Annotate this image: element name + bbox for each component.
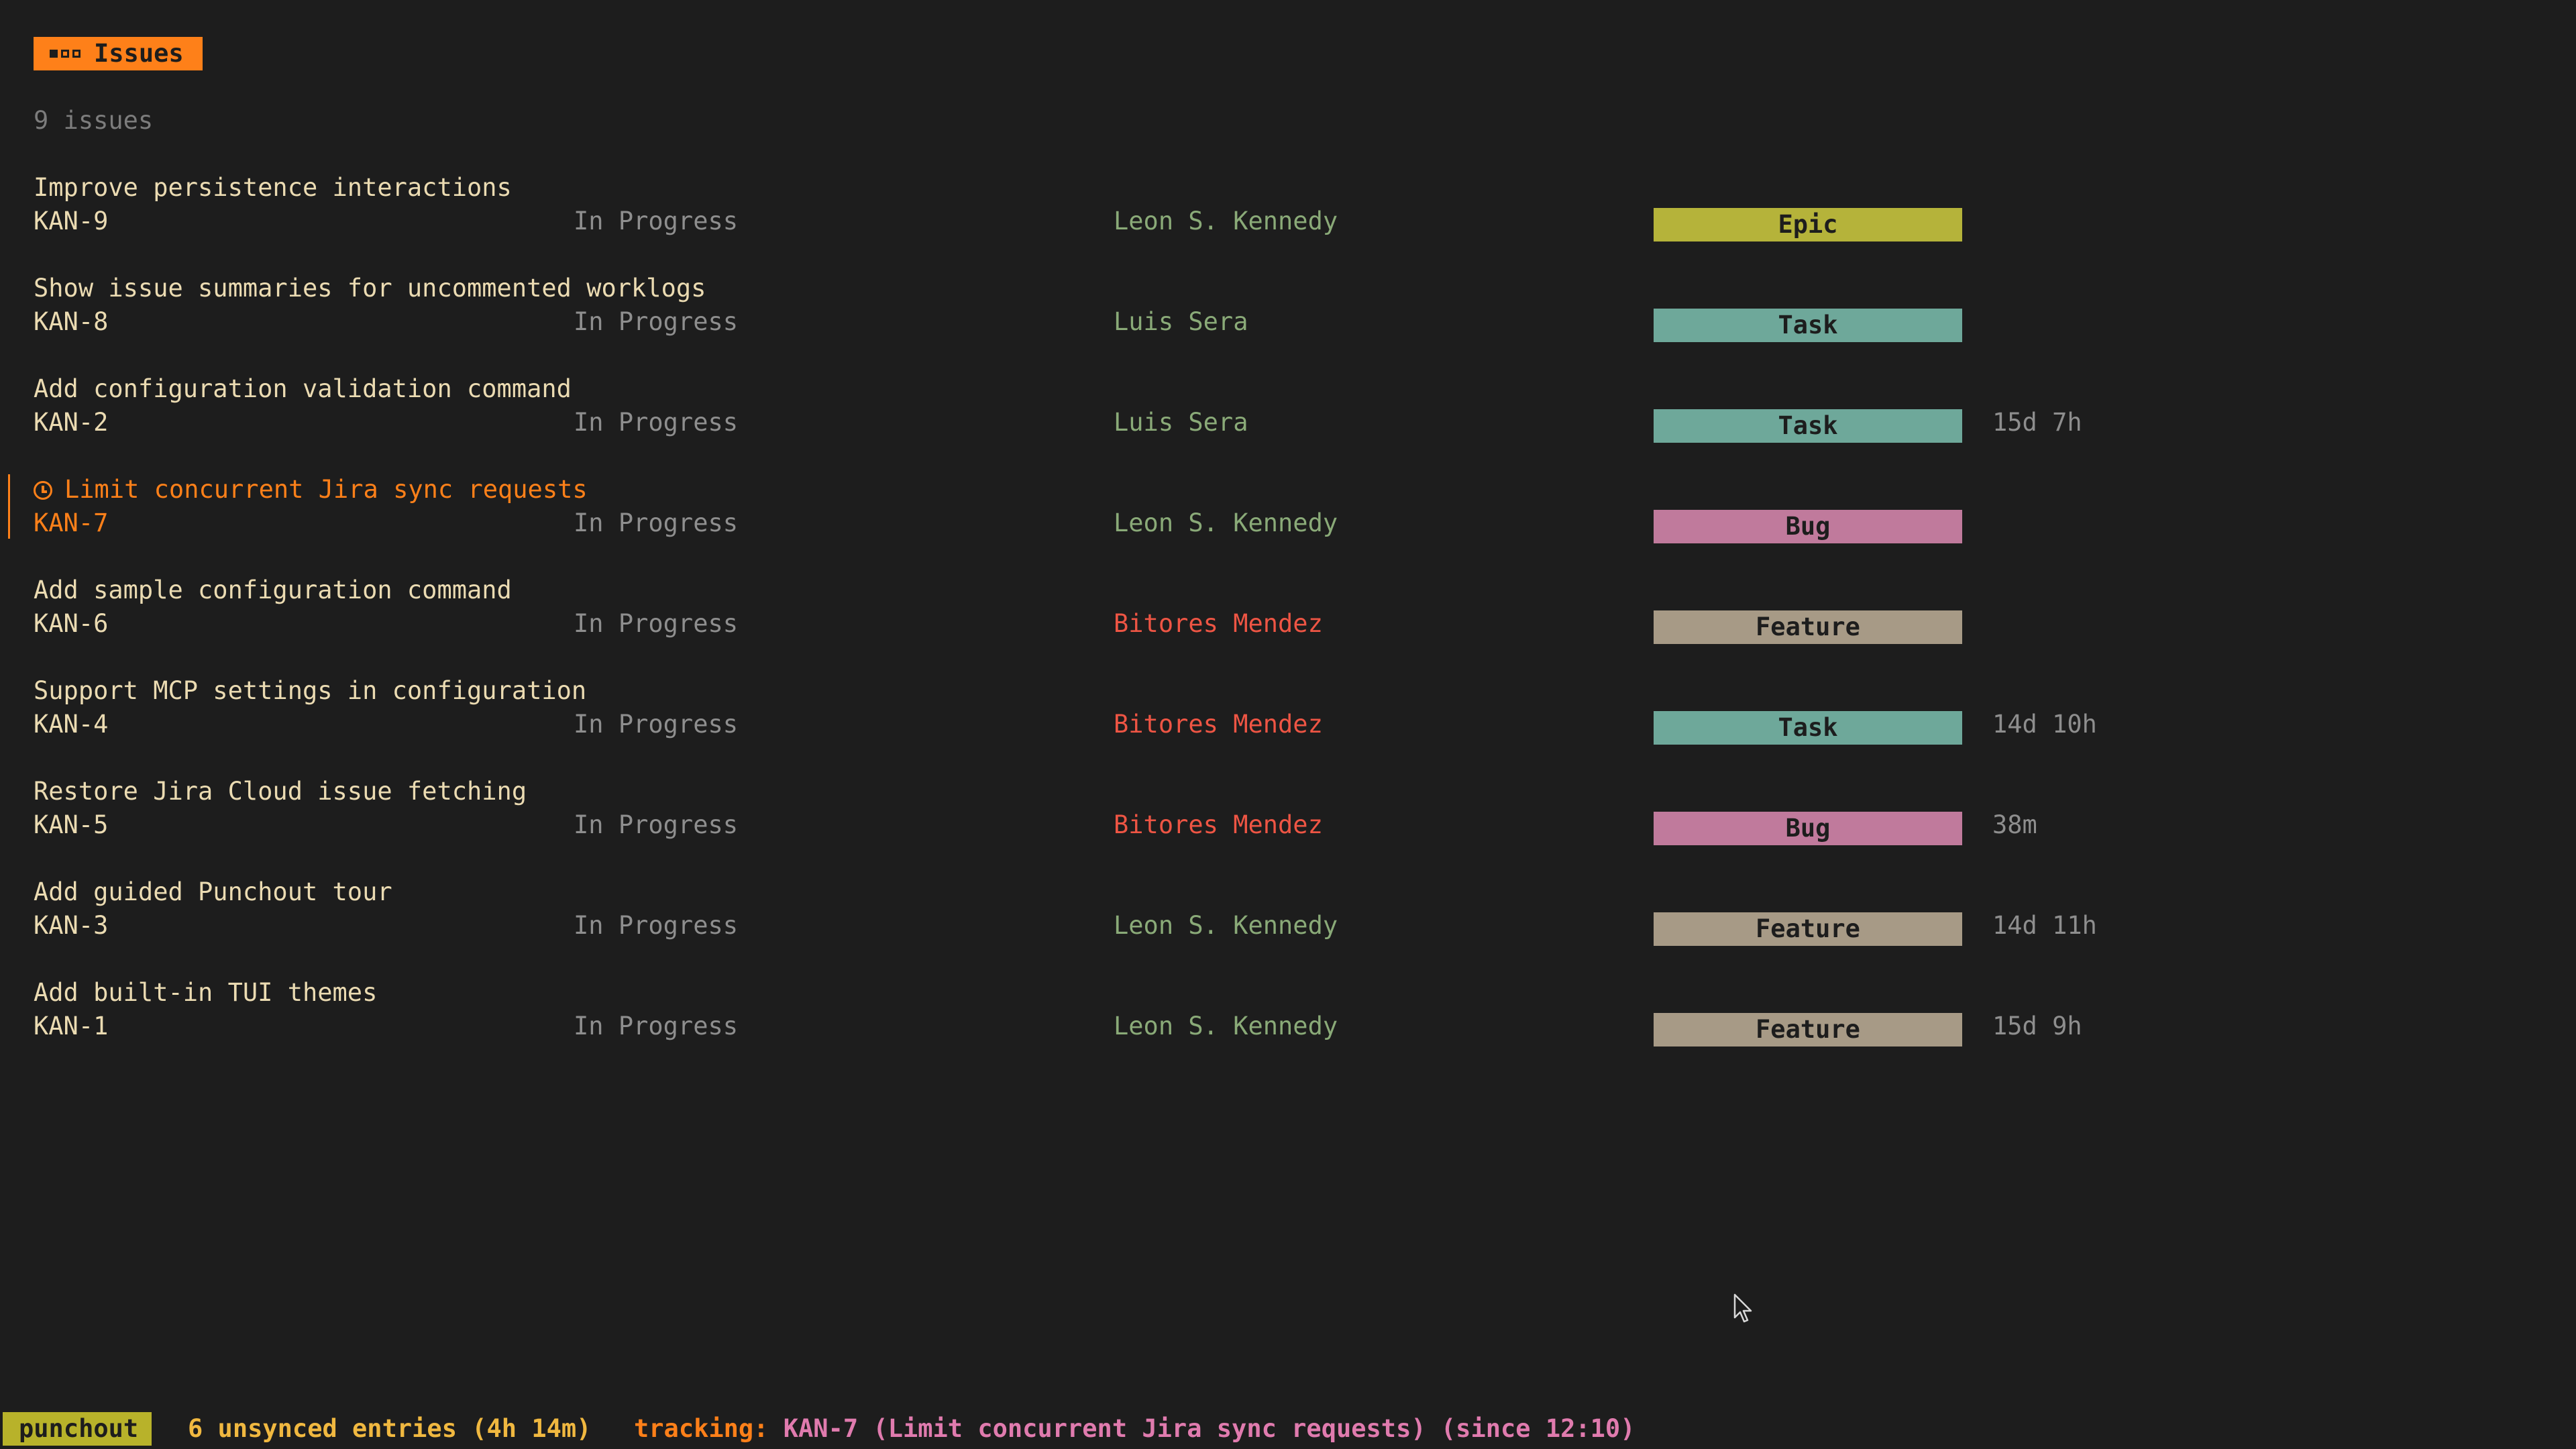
issue-type-badge: Task (1654, 711, 1962, 745)
issue-assignee: Bitores Mendez (1114, 810, 1323, 839)
issue-title-text: Show issue summaries for uncommented wor… (34, 274, 706, 303)
issue-time-logged: 15d 7h (1992, 408, 2082, 437)
issue-time-logged: 14d 11h (1992, 911, 2097, 940)
issue-type-badge: Task (1654, 309, 1962, 342)
issue-status: In Progress (574, 408, 739, 437)
issue-assignee: Luis Sera (1114, 307, 1248, 336)
issue-title-text: Limit concurrent Jira sync requests (64, 475, 588, 504)
issue-title: Support MCP settings in configuration (34, 674, 586, 708)
issue-title: Limit concurrent Jira sync requests (34, 473, 588, 506)
issue-status: In Progress (574, 911, 739, 940)
issue-key: KAN-9 (34, 207, 109, 235)
tracking-detail: KAN-7 (Limit concurrent Jira sync reques… (768, 1414, 1635, 1443)
issue-time-logged: 15d 9h (1992, 1012, 2082, 1040)
issue-row[interactable]: Add sample configuration command KAN-6 In … (0, 574, 2576, 644)
mouse-pointer-icon (1733, 1293, 1752, 1323)
view-menu-icon (50, 50, 80, 58)
issue-title-text: Improve persistence interactions (34, 173, 512, 202)
app-name-badge: punchout (3, 1412, 152, 1446)
issue-status: In Progress (574, 810, 739, 839)
issue-key: KAN-4 (34, 710, 109, 739)
issue-row[interactable]: Add guided Punchout tour KAN-3 In Progress… (0, 875, 2576, 946)
issue-type-badge: Feature (1654, 912, 1962, 946)
issue-title: Restore Jira Cloud issue fetching (34, 775, 527, 808)
issue-status: In Progress (574, 307, 739, 336)
issue-status: In Progress (574, 1012, 739, 1040)
issue-status: In Progress (574, 609, 739, 638)
issue-key: KAN-2 (34, 408, 109, 437)
issues-header-badge: Issues (34, 37, 203, 70)
issue-row[interactable]: Improve persistence interactions KAN-9 In … (0, 171, 2576, 241)
issue-key: KAN-1 (34, 1012, 109, 1040)
selection-indicator (8, 474, 10, 539)
unsynced-entries: 6 unsynced entries (4h 14m) (188, 1414, 592, 1443)
issue-type-badge: Bug (1654, 812, 1962, 845)
issue-title: Improve persistence interactions (34, 171, 512, 205)
issue-type-badge: Task (1654, 409, 1962, 443)
issue-key: KAN-3 (34, 911, 109, 940)
header-title: Issues (94, 39, 184, 68)
issue-status: In Progress (574, 508, 739, 537)
issue-title-text: Add sample configuration command (34, 576, 512, 604)
issue-title-text: Restore Jira Cloud issue fetching (34, 777, 527, 806)
issue-status: In Progress (574, 207, 739, 235)
status-bar: punchout 6 unsynced entries (4h 14m) tra… (0, 1412, 2576, 1446)
issue-title-text: Support MCP settings in configuration (34, 676, 587, 705)
issue-type-badge: Bug (1654, 510, 1962, 543)
issue-row[interactable]: Add built-in TUI themes KAN-1 In Progress L… (0, 976, 2576, 1046)
issue-row[interactable]: Restore Jira Cloud issue fetching KAN-5 In… (0, 775, 2576, 845)
issue-assignee: Leon S. Kennedy (1114, 911, 1338, 940)
issue-type-badge: Epic (1654, 208, 1962, 241)
issue-type-badge: Feature (1654, 610, 1962, 644)
issue-title: Add configuration validation command (34, 372, 572, 406)
issue-title: Add sample configuration command (34, 574, 512, 607)
issue-type-badge: Feature (1654, 1013, 1962, 1046)
issue-assignee: Luis Sera (1114, 408, 1248, 437)
issue-key: KAN-7 (34, 508, 109, 537)
issue-time-logged: 38m (1992, 810, 2037, 839)
tracking-label: tracking: (634, 1414, 769, 1443)
issue-assignee: Leon S. Kennedy (1114, 207, 1338, 235)
issue-row[interactable]: Add configuration validation command KAN-… (0, 372, 2576, 443)
issue-row[interactable]: Limit concurrent Jira sync requests KAN-7… (0, 473, 2576, 543)
issue-count: 9 issues (34, 106, 154, 135)
issue-assignee: Bitores Mendez (1114, 609, 1323, 638)
issue-key: KAN-6 (34, 609, 109, 638)
issue-time-logged: 14d 10h (1992, 710, 2097, 739)
issue-title: Add guided Punchout tour (34, 875, 392, 909)
issue-title-text: Add guided Punchout tour (34, 877, 392, 906)
issue-key: KAN-5 (34, 810, 109, 839)
tracking-status: tracking: KAN-7 (Limit concurrent Jira s… (634, 1412, 1635, 1446)
issue-status: In Progress (574, 710, 739, 739)
timer-icon (34, 481, 52, 500)
issue-title-text: Add configuration validation command (34, 374, 572, 403)
issue-assignee: Leon S. Kennedy (1114, 1012, 1338, 1040)
issue-title-text: Add built-in TUI themes (34, 978, 378, 1007)
issue-row[interactable]: Support MCP settings in configuration KAN… (0, 674, 2576, 745)
issue-key: KAN-8 (34, 307, 109, 336)
issue-row[interactable]: Show issue summaries for uncommented wor… (0, 272, 2576, 342)
issue-assignee: Bitores Mendez (1114, 710, 1323, 739)
issue-assignee: Leon S. Kennedy (1114, 508, 1338, 537)
issue-title: Show issue summaries for uncommented wor… (34, 272, 706, 305)
issue-title: Add built-in TUI themes (34, 976, 377, 1010)
